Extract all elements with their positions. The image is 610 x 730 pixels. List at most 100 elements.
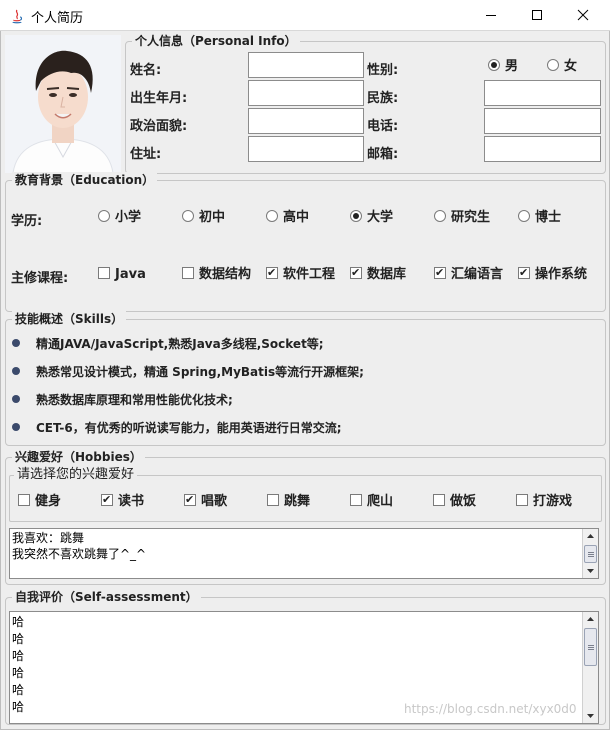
politics-field[interactable] [248,108,364,134]
minimize-button[interactable] [468,0,514,31]
degree-radio-junior[interactable]: 初中 [182,210,225,226]
checkbox-icon [182,267,194,279]
hobbies-legend: 兴趣爱好（Hobbies） [12,449,145,465]
course-label: 软件工程 [283,267,336,282]
checkbox-checked-icon [266,265,278,281]
course-label: 汇编语言 [451,267,504,282]
course-label: 数据库 [367,267,407,282]
degree-option-label: 初中 [199,210,226,225]
name-field[interactable] [248,52,364,78]
title-bar: 个人简历 [0,0,610,31]
bullet-icon [12,395,20,403]
course-checkbox-java[interactable]: Java [98,267,146,283]
skill-item: 熟悉数据库原理和常用性能优化技术; [36,393,233,407]
degree-option-label: 高中 [283,210,310,225]
course-checkbox-database[interactable]: 数据库 [350,265,407,283]
gender-female-label: 女 [564,59,578,74]
scroll-thumb[interactable] [584,628,597,666]
hobby-label: 唱歌 [201,494,228,509]
checkbox-icon [350,494,362,506]
hobby-checkbox-singing[interactable]: 唱歌 [184,492,228,510]
hobby-label: 做饭 [450,494,477,509]
degree-radio-university[interactable]: 大学 [350,210,393,226]
course-checkbox-assembly[interactable]: 汇编语言 [434,265,504,283]
degree-radio-primary[interactable]: 小学 [98,210,141,226]
course-checkbox-data-structures[interactable]: 数据结构 [182,267,251,283]
scroll-thumb[interactable] [584,545,597,563]
birth-label: 出生年月: [130,91,188,106]
course-checkbox-os[interactable]: 操作系统 [518,265,588,283]
skill-item: CET-6，有优秀的听说读写能力，能用英语进行日常交流; [36,421,342,435]
course-checkbox-software-engineering[interactable]: 软件工程 [266,265,336,283]
hobby-checkbox-reading[interactable]: 读书 [101,492,145,510]
hobby-checkbox-dancing[interactable]: 跳舞 [267,494,310,510]
degree-option-label: 研究生 [451,210,491,225]
degree-label: 学历: [11,214,43,229]
hobbies-scrollbar[interactable] [582,529,598,578]
checkbox-icon [433,494,445,506]
maximize-button[interactable] [514,0,560,31]
radio-selected-icon [350,210,362,222]
ethnicity-field[interactable] [484,80,601,106]
hobby-label: 健身 [35,494,62,509]
radio-icon [547,59,559,71]
bullet-icon [12,367,20,375]
degree-option-label: 小学 [115,210,142,225]
hobby-label: 跳舞 [284,494,311,509]
hobby-checkbox-climbing[interactable]: 爬山 [350,494,393,510]
assessment-legend: 自我评价（Self-assessment） [12,589,201,605]
degree-radio-graduate[interactable]: 研究生 [434,210,490,226]
assessment-text-line: 哈 [12,615,25,629]
assessment-text-line: 哈 [12,649,25,663]
phone-field[interactable] [484,108,601,134]
radio-icon [98,210,110,222]
hobbies-textarea[interactable]: 我喜欢：跳舞 我突然不喜欢跳舞了^_^ [9,528,599,579]
politics-label: 政治面貌: [130,119,188,134]
education-group: 教育背景（Education） [5,172,606,312]
window-title: 个人简历 [31,11,84,26]
personal-info-legend: 个人信息（Personal Info） [132,33,300,49]
assessment-scrollbar[interactable] [582,612,598,723]
checkbox-icon [516,494,528,506]
minimize-icon [486,15,496,16]
radio-icon [518,210,530,222]
assessment-text-line: 哈 [12,683,25,697]
gender-radio-female[interactable]: 女 [547,59,577,75]
scroll-down-icon[interactable] [583,563,598,578]
radio-icon [182,210,194,222]
scroll-up-icon[interactable] [583,612,598,627]
bullet-icon [12,339,20,347]
checkbox-checked-icon [518,265,530,281]
birth-field[interactable] [248,80,364,106]
scroll-up-icon[interactable] [583,529,598,544]
assessment-text-line: 哈 [12,666,25,680]
name-label: 姓名: [130,63,162,78]
hobbies-text-line: 我突然不喜欢跳舞了^_^ [12,547,147,561]
degree-radio-doctor[interactable]: 博士 [518,210,561,226]
checkbox-icon [267,494,279,506]
email-label: 邮箱: [367,147,399,162]
course-label: Java [115,267,146,282]
address-field[interactable] [248,136,364,162]
hobby-checkbox-fitness[interactable]: 健身 [18,494,61,510]
hobby-label: 爬山 [367,494,394,509]
hobby-checkbox-cooking[interactable]: 做饭 [433,494,476,510]
course-label: 数据结构 [199,267,252,282]
address-label: 住址: [130,147,162,162]
hobby-checkbox-gaming[interactable]: 打游戏 [516,494,572,510]
hobbies-inner-legend: 请选择您的兴趣爱好 [14,467,138,483]
skill-item: 熟悉常见设计模式，精通 Spring,MyBatis等流行开源框架; [36,365,364,379]
close-button[interactable] [560,0,606,31]
scroll-down-icon[interactable] [583,708,598,723]
close-icon [577,9,589,21]
checkbox-icon [98,267,110,279]
email-field[interactable] [484,136,601,162]
gender-male-label: 男 [505,59,519,74]
hobby-label: 打游戏 [533,494,573,509]
hobby-label: 读书 [118,494,145,509]
course-label: 操作系统 [535,267,588,282]
degree-radio-senior[interactable]: 高中 [266,210,309,226]
skills-legend: 技能概述（Skills） [12,311,127,327]
gender-radio-male[interactable]: 男 [488,59,518,75]
degree-option-label: 博士 [535,210,562,225]
